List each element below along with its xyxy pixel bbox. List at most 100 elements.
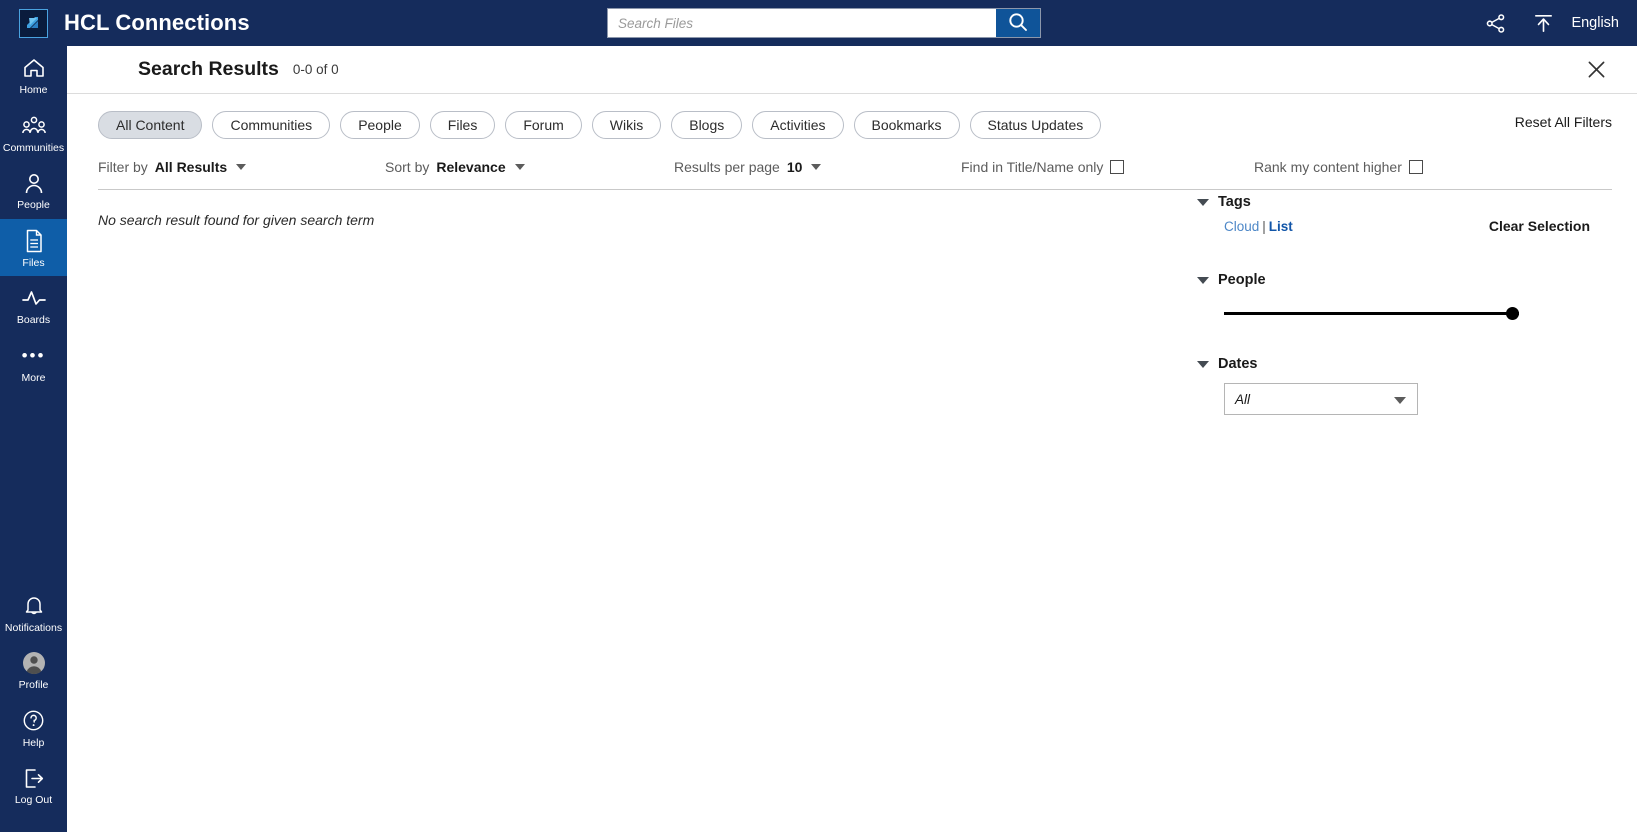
dates-select-value: All: [1235, 391, 1251, 407]
chip-communities[interactable]: Communities: [212, 111, 331, 139]
facet-dates-header[interactable]: Dates: [1197, 356, 1607, 372]
brand-title: HCL Connections: [64, 10, 250, 35]
chip-wikis[interactable]: Wikis: [591, 111, 662, 139]
sidebar-item-communities[interactable]: Communities: [0, 104, 67, 162]
triangle-down-icon[interactable]: [1197, 360, 1209, 368]
chip-people[interactable]: People: [340, 111, 420, 139]
app-root: HCL Connections Search Files English Hom…: [0, 0, 1637, 832]
page-title: Search Results: [138, 58, 279, 80]
results-per-page-control[interactable]: Results per page 10: [674, 159, 822, 175]
find-in-title-only-label: Find in Title/Name only: [961, 159, 1104, 175]
share-icon[interactable]: [1471, 0, 1519, 46]
chevron-down-icon[interactable]: [514, 164, 525, 170]
sort-by-label: Sort by: [385, 159, 430, 175]
chip-blogs[interactable]: Blogs: [671, 111, 743, 139]
boards-icon: [21, 285, 47, 311]
ellipsis-icon: •••: [21, 345, 46, 365]
header-actions: English: [1471, 0, 1637, 46]
find-in-title-only-control[interactable]: Find in Title/Name only: [961, 159, 1125, 175]
top-header-bar: HCL Connections Search Files English: [0, 0, 1637, 46]
sidebar-item-label: More: [21, 371, 46, 384]
content-type-filter-chips: All Content Communities People Files For…: [67, 111, 1637, 139]
facet-tags-title: Tags: [1218, 194, 1251, 210]
sidebar-item-label: Communities: [2, 141, 65, 154]
results-per-page-value: 10: [786, 159, 803, 175]
results-per-page-label: Results per page: [674, 159, 780, 175]
triangle-down-icon[interactable]: [1197, 198, 1209, 206]
facet-tags-body: Cloud | List Clear Selection: [1224, 218, 1607, 238]
hcl-logo-icon[interactable]: [19, 8, 48, 38]
facet-dates-title: Dates: [1218, 356, 1258, 372]
sidebar-item-logout[interactable]: Log Out: [0, 756, 67, 814]
facet-people-header[interactable]: People: [1197, 272, 1607, 288]
sidebar-item-boards[interactable]: Boards: [0, 276, 67, 334]
close-icon[interactable]: [1583, 57, 1609, 83]
results-count: 0-0 of 0: [292, 62, 339, 77]
facet-dates: Dates All: [1197, 356, 1607, 415]
find-in-title-only-checkbox[interactable]: [1110, 160, 1125, 174]
chip-bookmarks[interactable]: Bookmarks: [853, 111, 960, 139]
main-content: Search Results 0-0 of 0 All Content Comm…: [67, 46, 1637, 832]
rank-my-content-higher-control[interactable]: Rank my content higher: [1254, 159, 1423, 175]
person-icon: [23, 170, 45, 196]
people-range-slider[interactable]: [1224, 306, 1519, 322]
search-button[interactable]: [996, 9, 1040, 37]
sort-by-value: Relevance: [436, 159, 506, 175]
sidebar-item-help[interactable]: Help: [0, 699, 67, 757]
chip-activities[interactable]: Activities: [752, 111, 844, 139]
chip-status-updates[interactable]: Status Updates: [969, 111, 1102, 139]
filter-by-control[interactable]: Filter by All Results: [98, 159, 247, 175]
file-icon: [24, 228, 44, 254]
communities-icon: [21, 113, 47, 139]
sidebar-item-label: Boards: [16, 314, 51, 327]
facet-tags: Tags Cloud | List Clear Selection: [1197, 194, 1607, 238]
sidebar-item-label: Home: [19, 84, 48, 96]
left-nav-rail: Home Communities People Files Boards •••…: [0, 46, 67, 832]
sort-by-control[interactable]: Sort by Relevance: [385, 159, 525, 175]
sidebar-item-label: Help: [22, 736, 45, 749]
filter-by-label: Filter by: [98, 159, 148, 175]
chevron-down-icon[interactable]: [236, 164, 247, 170]
sidebar-item-home[interactable]: Home: [0, 46, 67, 104]
sidebar-item-label: Files: [22, 256, 45, 269]
search-bar: [607, 8, 1041, 38]
sidebar-item-people[interactable]: People: [0, 161, 67, 219]
page-header: Search Results 0-0 of 0: [67, 46, 1637, 94]
sidebar-item-profile[interactable]: Profile: [0, 641, 67, 699]
sidebar-item-label: Log Out: [14, 794, 53, 807]
chip-files[interactable]: Files: [429, 111, 496, 139]
avatar-icon: [22, 650, 46, 676]
facet-filters-panel: Tags Cloud|List Clear Selection People: [1197, 194, 1607, 423]
facet-tags-header[interactable]: Tags: [1197, 194, 1607, 210]
sidebar-item-files[interactable]: Files: [0, 218, 67, 277]
logout-icon: [22, 765, 46, 791]
facet-spacer: [1197, 330, 1607, 356]
reset-all-filters-button[interactable]: Reset All Filters: [1515, 114, 1612, 130]
slider-track: [1224, 312, 1519, 315]
chevron-down-icon[interactable]: [1394, 397, 1406, 404]
chip-forum[interactable]: Forum: [505, 111, 582, 139]
tags-list-view-link[interactable]: List: [1269, 219, 1293, 234]
dates-select[interactable]: All: [1224, 383, 1418, 415]
chip-all-content[interactable]: All Content: [98, 111, 203, 139]
search-icon: [1007, 11, 1029, 36]
triangle-down-icon[interactable]: [1197, 276, 1209, 284]
clear-selection-button[interactable]: Clear Selection: [1489, 218, 1590, 234]
language-selector[interactable]: English: [1571, 15, 1619, 31]
left-nav-rail-bottom: Notifications Profile Help Log Out: [0, 584, 67, 814]
facet-spacer: [1197, 246, 1607, 272]
tags-cloud-view-link[interactable]: Cloud: [1224, 219, 1259, 234]
filter-by-value: All Results: [154, 159, 228, 175]
rank-my-content-higher-checkbox[interactable]: [1408, 160, 1423, 174]
facet-people: People: [1197, 272, 1607, 322]
upload-icon[interactable]: [1519, 0, 1567, 46]
slider-thumb[interactable]: [1506, 307, 1519, 320]
tags-view-separator: |: [1262, 219, 1266, 234]
search-input[interactable]: [608, 9, 996, 37]
chevron-down-icon[interactable]: [811, 164, 822, 170]
sidebar-item-more[interactable]: ••• More: [0, 334, 67, 392]
results-toolbar: Filter by All Results Sort by Relevance …: [98, 159, 1612, 190]
sidebar-item-label: Profile: [18, 679, 49, 692]
question-circle-icon: [22, 708, 45, 734]
sidebar-item-notifications[interactable]: Notifications: [0, 584, 67, 642]
